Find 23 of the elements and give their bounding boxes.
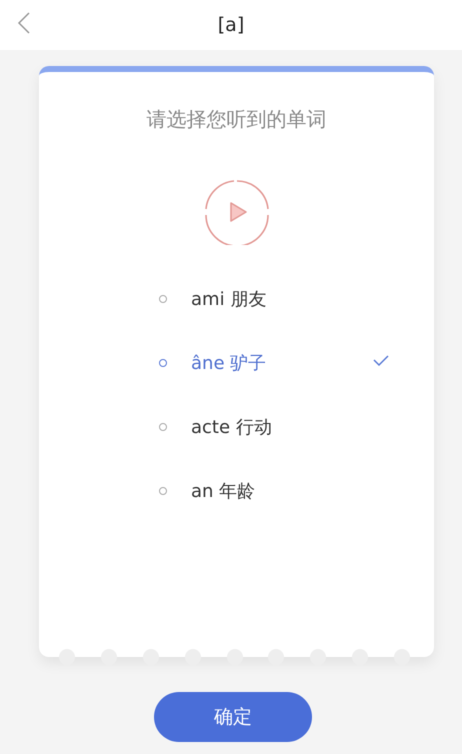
question-prompt: 请选择您听到的单词 [146,106,326,133]
scallop-notch [184,649,201,665]
option-label[interactable]: âne 驴子 [191,351,266,375]
scallop-notch [226,649,242,665]
scallop-notch [310,649,326,665]
option-label[interactable]: ami 朋友 [191,287,266,311]
scallop-notch [268,649,284,665]
option-label[interactable]: an 年龄 [191,479,256,503]
checkmark-icon [373,355,389,367]
scallop-notch [352,649,368,665]
page-title: [a] [218,14,244,36]
bullet-icon [159,423,167,431]
option-label[interactable]: acte 行动 [191,415,272,439]
bullet-icon [159,359,167,367]
play-button[interactable] [204,179,270,245]
bullet-icon [159,295,167,303]
scallop-notch [142,649,159,665]
chevron-left-icon[interactable] [17,11,31,35]
scallop-notch [59,649,75,665]
confirm-button[interactable]: 确定 [154,692,312,742]
scallop-notch [100,649,117,665]
bullet-icon [159,487,167,495]
scallop-notch [394,649,410,665]
